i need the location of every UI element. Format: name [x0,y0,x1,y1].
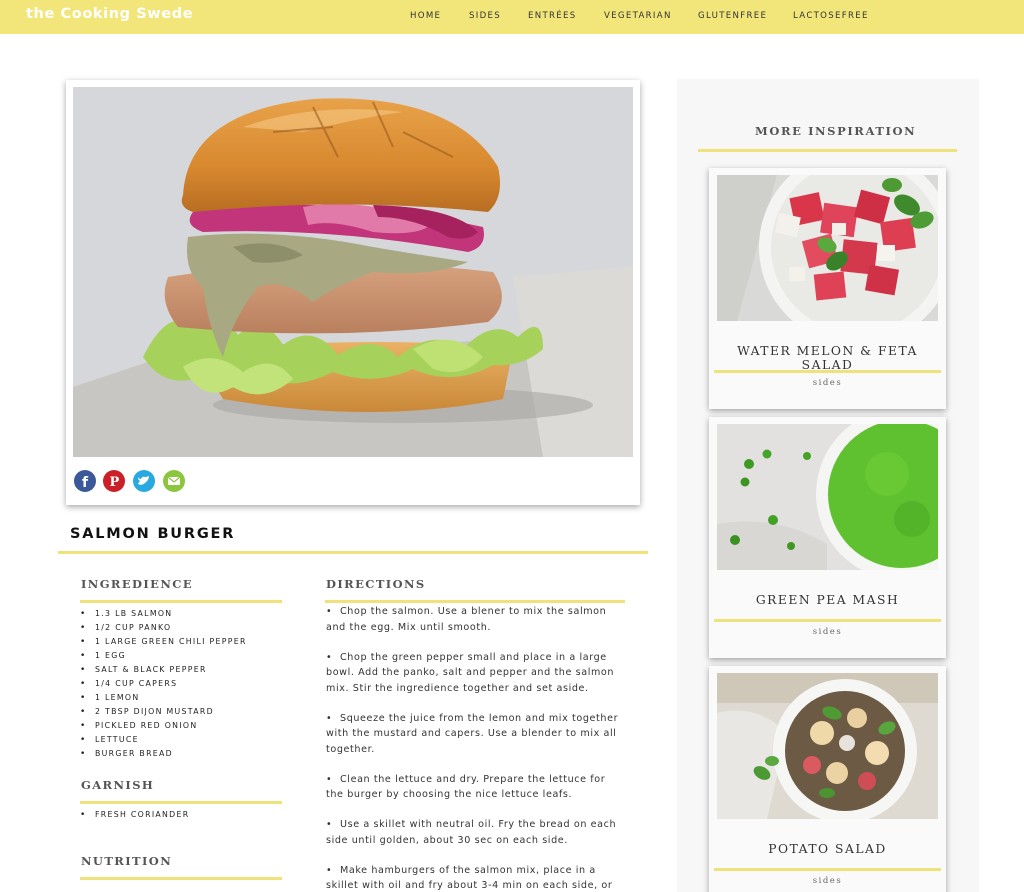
green-pea-mash-photo [717,424,938,570]
inspiration-card-category: sides [812,876,843,886]
nutrition-divider [80,877,282,880]
directions-divider [325,600,625,603]
nav-vegetarian[interactable]: VEGETARIAN [604,11,672,21]
direction-step: Make hamburgers of the salmon mix, place… [326,863,626,892]
direction-step: Squeeze the juice from the lemon and mix… [326,711,626,758]
inspiration-card-category: sides [812,378,843,388]
facebook-icon[interactable]: f [74,470,96,492]
nav-entrees[interactable]: ENTRÉES [528,11,577,21]
list-item: 1/2 cup panko [80,621,247,635]
pinterest-icon[interactable]: P [103,470,125,492]
nav-lactosefree[interactable]: LACTOSEFREE [793,11,869,21]
list-item: 1 large green chili pepper [80,635,247,649]
list-item: 1 lemon [80,691,247,705]
inspiration-card-green-pea-mash[interactable]: GREEN PEA MASH sides [709,417,946,658]
directions-heading: DIRECTIONS [326,577,426,591]
nav-sides[interactable]: SIDES [469,11,501,21]
list-item: 2 tbsp dijon mustard [80,705,247,719]
direction-step: Chop the green pepper small and place in… [326,650,626,697]
inspiration-card-title: GREEN PEA MASH [755,593,900,607]
garnish-divider [80,801,282,804]
svg-text:P: P [110,475,120,490]
list-item: burger bread [80,747,247,761]
nutrition-heading: NUTRITION [81,854,173,868]
title-divider [58,551,648,554]
direction-step: Clean the lettuce and dry. Prepare the l… [326,772,626,803]
ingredients-list: 1.3 lb salmon 1/2 cup panko 1 large gree… [80,607,247,761]
nav-glutenfree[interactable]: GLUTENFREE [698,11,767,21]
direction-step: Use a skillet with neutral oil. Fry the … [326,817,626,848]
email-icon[interactable] [163,470,185,492]
list-item: 1/4 cup capers [80,677,247,691]
salmon-burger-photo [73,87,633,457]
inspiration-card-title: WATER MELON & FETA SALAD [737,344,918,372]
list-item: lettuce [80,733,247,747]
inspiration-card-watermelon-salad[interactable]: WATER MELON & FETA SALAD sides [709,168,946,409]
list-item: fresh coriander [80,808,189,822]
sidebar-divider [698,149,957,152]
inspiration-card-category: sides [812,627,843,637]
card-divider [714,868,941,871]
garnish-list: fresh coriander [80,808,189,822]
directions-list: Chop the salmon. Use a blener to mix the… [326,604,626,892]
nav-home[interactable]: HOME [410,11,441,21]
recipe-photo-card: f P [66,80,640,505]
card-divider [714,619,941,622]
sidebar-heading: MORE INSPIRATION [755,124,917,138]
twitter-icon[interactable] [133,470,155,492]
list-item: pickled red onion [80,719,247,733]
main-nav: HOME SIDES ENTRÉES VEGETARIAN GLUTENFREE… [0,11,1024,25]
direction-step: Chop the salmon. Use a blener to mix the… [326,604,626,635]
recipe-title: SALMON BURGER [70,526,236,542]
svg-text:f: f [82,475,89,491]
top-navigation-bar: the Cooking Swede HOME SIDES ENTRÉES VEG… [0,0,1024,34]
card-divider [714,370,941,373]
ingredients-heading: INGREDIENCE [81,577,193,591]
list-item: salt & black pepper [80,663,247,677]
inspiration-card-potato-salad[interactable]: POTATO SALAD sides [709,666,946,892]
ingredients-divider [80,600,282,603]
inspiration-card-title: POTATO SALAD [768,842,887,856]
list-item: 1.3 lb salmon [80,607,247,621]
potato-salad-photo [717,673,938,819]
list-item: 1 egg [80,649,247,663]
watermelon-salad-photo [717,175,938,321]
garnish-heading: GARNISH [81,778,155,792]
